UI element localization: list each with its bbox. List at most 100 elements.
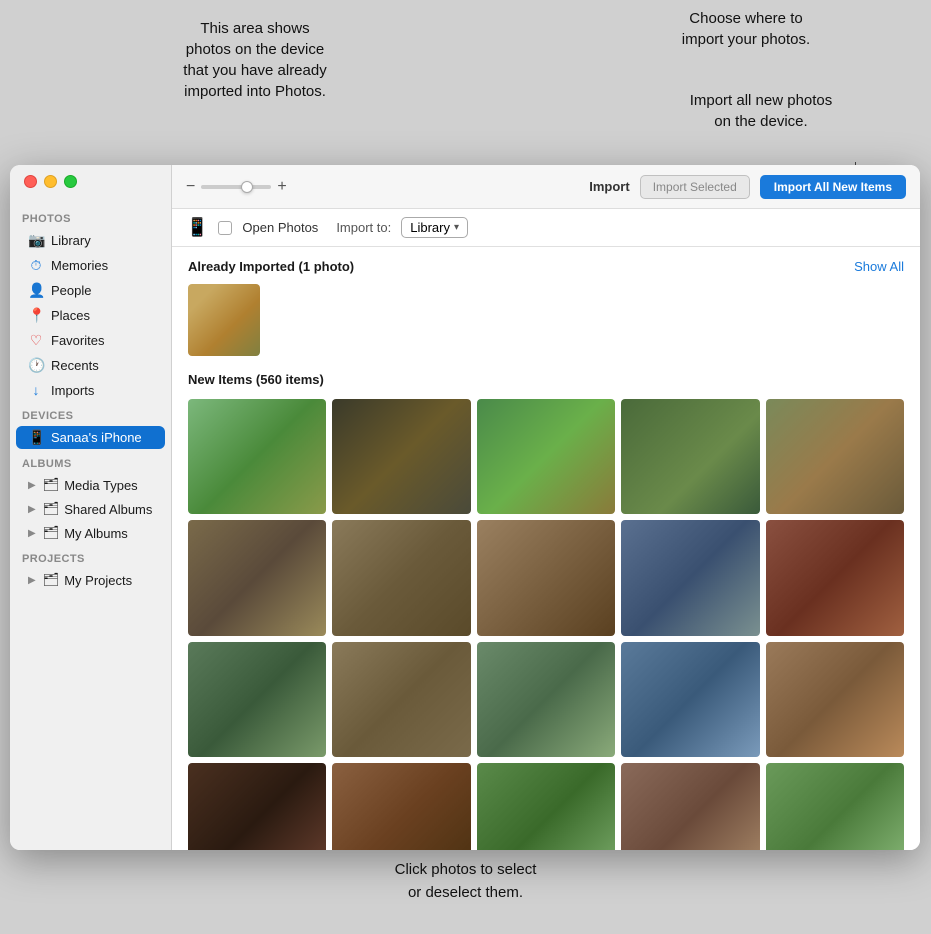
photo-cell-19[interactable] [621,763,759,850]
sidebar-item-iphone[interactable]: 📱 Sanaa's iPhone [16,426,165,449]
photo-cell-9[interactable] [621,520,759,635]
photo-cell-17[interactable] [332,763,470,850]
right-bottom-callout: Import all new photos on the device. [646,90,876,132]
sidebar-item-recents[interactable]: 🕐 Recents [16,354,165,377]
photo-cell-15[interactable] [766,642,904,757]
traffic-lights [24,175,77,188]
show-all-link[interactable]: Show All [854,259,904,274]
sidebar-item-imports[interactable]: ↓ Imports [16,379,165,401]
chevron-my-albums: ▶ [28,528,36,539]
sidebar-section-albums: Albums [10,450,171,473]
left-callout: This area shows photos on the device tha… [130,18,380,102]
favorites-icon: ♡ [28,332,44,349]
already-imported-grid [188,284,904,356]
right-top-callout: Choose where to import your photos. [646,8,846,50]
zoom-plus[interactable]: + [277,178,286,196]
sidebar-section-projects: Projects [10,545,171,568]
photo-cell-13[interactable] [477,642,615,757]
already-imported-header: Already Imported (1 photo) Show All [188,259,904,274]
app-window: Photos 📷 Library ⏱ Memories 👤 People 📍 P… [10,165,920,850]
sidebar-group-my-projects[interactable]: ▶ 🗂 My Projects [16,569,165,591]
import-label: Import [589,179,629,194]
import-selected-button[interactable]: Import Selected [640,175,750,199]
import-to-dropdown[interactable]: Library ▾ [401,217,468,238]
sidebar-label-places: Places [51,308,90,323]
sidebar-label-shared-albums: Shared Albums [64,502,152,517]
chevron-shared-albums: ▶ [28,504,36,515]
places-icon: 📍 [28,307,44,324]
memories-icon: ⏱ [28,257,44,274]
photo-cell-4[interactable] [621,399,759,514]
photo-cell-11[interactable] [188,642,326,757]
chevron-my-projects: ▶ [28,575,36,586]
bottom-callout: Click photos to select or deselect them. [395,859,537,904]
sidebar-item-people[interactable]: 👤 People [16,279,165,302]
zoom-minus[interactable]: − [186,178,195,196]
sidebar-label-media-types: Media Types [64,478,137,493]
already-imported-title: Already Imported (1 photo) [188,259,354,274]
import-all-button[interactable]: Import All New Items [760,175,906,199]
main-content: − + Import Import Selected Import All Ne… [172,165,920,850]
my-projects-icon: 🗂 [43,572,60,588]
sidebar: Photos 📷 Library ⏱ Memories 👤 People 📍 P… [10,165,172,850]
zoom-slider-thumb[interactable] [241,181,253,193]
my-albums-icon: 🗂 [43,525,60,541]
zoom-controls: − + [186,178,287,196]
sidebar-section-photos: Photos [10,205,171,228]
iphone-icon: 📱 [28,429,44,446]
new-items-title: New Items (560 items) [188,372,904,387]
chevron-media-types: ▶ [28,480,36,491]
scroll-area[interactable]: Already Imported (1 photo) Show All New … [172,247,920,850]
photo-cell-18[interactable] [477,763,615,850]
recents-icon: 🕐 [28,357,44,374]
close-button[interactable] [24,175,37,188]
photo-cell-6[interactable] [188,520,326,635]
sidebar-label-imports: Imports [51,383,94,398]
library-icon: 📷 [28,232,44,249]
open-photos-label: Open Photos [242,220,318,235]
photo-cell-16[interactable] [188,763,326,850]
photo-cell-14[interactable] [621,642,759,757]
sidebar-item-favorites[interactable]: ♡ Favorites [16,329,165,352]
media-types-icon: 🗂 [43,477,60,493]
sidebar-item-memories[interactable]: ⏱ Memories [16,254,165,277]
sidebar-label-memories: Memories [51,258,108,273]
sidebar-group-shared-albums[interactable]: ▶ 🗂 Shared Albums [16,498,165,520]
sidebar-label-library: Library [51,233,91,248]
sidebar-item-places[interactable]: 📍 Places [16,304,165,327]
photo-grid [188,399,904,850]
photo-cell-5[interactable] [766,399,904,514]
zoom-slider[interactable] [201,185,271,189]
photo-cell-1[interactable] [188,399,326,514]
import-to-value: Library [410,220,450,235]
sidebar-group-my-albums[interactable]: ▶ 🗂 My Albums [16,522,165,544]
people-icon: 👤 [28,282,44,299]
sidebar-label-my-albums: My Albums [64,526,128,541]
minimize-button[interactable] [44,175,57,188]
chevron-dropdown-icon: ▾ [454,222,459,233]
import-to-label: Import to: [336,220,391,235]
sidebar-label-iphone: Sanaa's iPhone [51,430,142,445]
sub-toolbar: 📱 Open Photos Import to: Library ▾ [172,209,920,247]
sidebar-label-recents: Recents [51,358,99,373]
photo-cell-12[interactable] [332,642,470,757]
shared-albums-icon: 🗂 [43,501,60,517]
sidebar-label-my-projects: My Projects [64,573,132,588]
sidebar-group-media-types[interactable]: ▶ 🗂 Media Types [16,474,165,496]
photo-cell-10[interactable] [766,520,904,635]
open-photos-checkbox[interactable] [218,221,232,235]
already-imported-photo[interactable] [188,284,260,356]
device-small-icon: 📱 [186,217,208,238]
photo-cell-3[interactable] [477,399,615,514]
sidebar-section-devices: Devices [10,402,171,425]
sidebar-label-people: People [51,283,91,298]
photo-cell-7[interactable] [332,520,470,635]
photo-cell-2[interactable] [332,399,470,514]
toolbar: − + Import Import Selected Import All Ne… [172,165,920,209]
photo-cell-20[interactable] [766,763,904,850]
imports-icon: ↓ [28,382,44,398]
sidebar-item-library[interactable]: 📷 Library [16,229,165,252]
sidebar-label-favorites: Favorites [51,333,104,348]
photo-cell-8[interactable] [477,520,615,635]
maximize-button[interactable] [64,175,77,188]
